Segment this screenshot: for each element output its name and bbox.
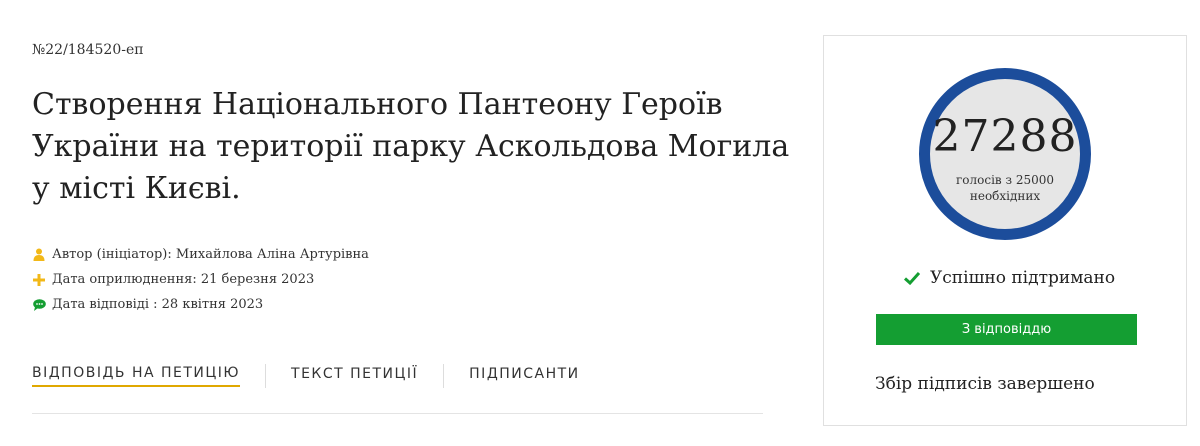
vote-progress-circle: 27288 голосів з 25000 необхідних <box>919 68 1091 240</box>
petition-number: №22/184520-еп <box>32 42 144 58</box>
divider-line <box>32 413 763 414</box>
answer-button[interactable]: З відповіддю <box>876 314 1137 345</box>
collection-status: Збір підписів завершено <box>875 374 1095 394</box>
tab-answer[interactable]: ВІДПОВІДЬ НА ПЕТИЦІЮ <box>32 365 241 387</box>
vote-subtitle-line2: необхідних <box>969 189 1041 203</box>
comment-icon <box>32 298 46 312</box>
vote-card: 27288 голосів з 25000 необхідних Успішно… <box>823 35 1187 426</box>
author-text: Автор (ініціатор): Михайлова Аліна Артур… <box>52 247 369 262</box>
published-text: Дата оприлюднення: 21 березня 2023 <box>52 272 315 287</box>
tab-signers[interactable]: ПІДПИСАНТИ <box>469 366 580 386</box>
user-icon <box>32 248 46 262</box>
petition-meta: Автор (ініціатор): Михайлова Аліна Артур… <box>32 242 369 317</box>
status-text: Успішно підтримано <box>930 268 1116 288</box>
status-badge: Успішно підтримано <box>904 268 1115 288</box>
vote-subtitle-line1: голосів з 25000 <box>955 173 1055 187</box>
petition-tabs: ВІДПОВІДЬ НА ПЕТИЦІЮ ТЕКСТ ПЕТИЦІЇ ПІДПИ… <box>32 364 580 388</box>
tab-divider <box>265 364 267 388</box>
published-row: Дата оприлюднення: 21 березня 2023 <box>32 267 369 292</box>
answered-row: Дата відповіді : 28 квітня 2023 <box>32 292 369 317</box>
vote-subtitle: голосів з 25000 необхідних <box>930 172 1080 204</box>
tab-divider <box>443 364 445 388</box>
author-row: Автор (ініціатор): Михайлова Аліна Артур… <box>32 242 369 267</box>
answered-text: Дата відповіді : 28 квітня 2023 <box>52 297 264 312</box>
tab-text[interactable]: ТЕКСТ ПЕТИЦІЇ <box>291 366 418 386</box>
plus-icon <box>32 273 46 287</box>
vote-count: 27288 <box>932 111 1078 162</box>
check-icon <box>904 271 920 285</box>
petition-title: Створення Національного Пантеону Героїв … <box>32 87 790 206</box>
